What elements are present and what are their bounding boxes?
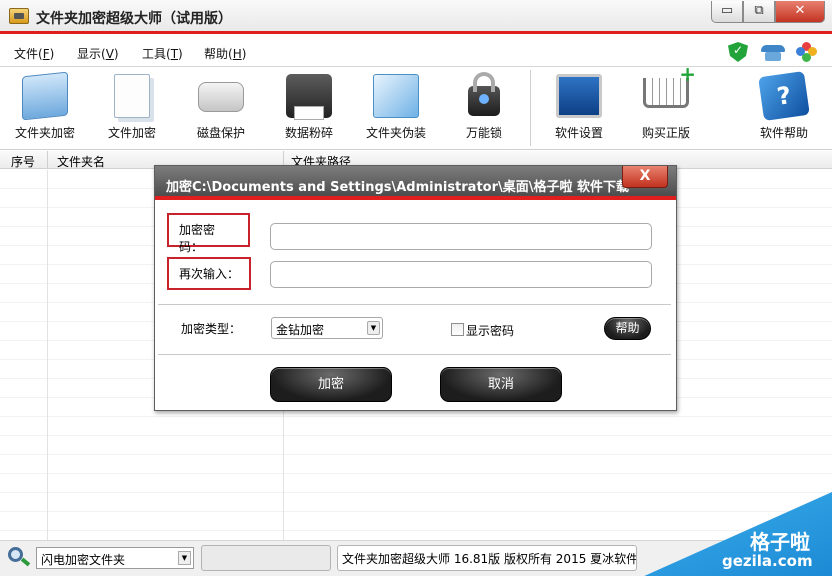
tool-help[interactable]: ? 软件帮助 xyxy=(743,68,825,148)
dialog-divider xyxy=(158,354,671,355)
tool-folder-disguise[interactable]: 文件夹伪装 xyxy=(355,68,437,148)
encrypt-type-value: 金钻加密 xyxy=(276,323,325,337)
shredder-icon xyxy=(286,74,332,120)
tool-label: 数据粉碎 xyxy=(284,126,333,140)
tool-label: 文件夹伪装 xyxy=(365,126,426,140)
encrypt-dialog: 加密C:\Documents and Settings\Administrato… xyxy=(154,165,677,411)
toolbar-separator xyxy=(530,70,531,146)
menu-bar: 文件(F) 显示(V) 工具(T) 帮助(H) xyxy=(0,37,832,67)
padlock-icon xyxy=(468,72,500,116)
tool-data-shred[interactable]: 数据粉碎 xyxy=(268,68,350,148)
document-icon xyxy=(114,74,150,118)
password-field[interactable] xyxy=(270,223,652,250)
copyright-text: 文件夹加密超级大师 16.81版 版权所有 2015 夏冰软件(c) xyxy=(337,545,637,571)
status-panel xyxy=(201,545,331,571)
maximize-button[interactable]: ⧉ xyxy=(743,1,775,23)
encrypt-type-label: 加密类型： xyxy=(181,322,242,336)
tool-file-encrypt[interactable]: 文件加密 xyxy=(91,68,173,148)
tool-label: 万能锁 xyxy=(465,126,502,140)
shield-check-icon[interactable] xyxy=(728,42,748,62)
menu-help-label: 帮助( xyxy=(204,47,233,61)
dialog-title-bar[interactable]: 加密C:\Documents and Settings\Administrato… xyxy=(155,166,676,200)
shopping-cart-icon xyxy=(643,62,696,108)
confirm-password-field[interactable] xyxy=(270,261,652,288)
tool-folder-encrypt[interactable]: 文件夹加密 xyxy=(4,68,86,148)
menu-view[interactable]: 显示(V) xyxy=(77,45,119,62)
chevron-down-icon[interactable]: ▼ xyxy=(178,551,191,565)
disguise-icon xyxy=(373,74,419,118)
tool-label: 软件设置 xyxy=(554,126,603,140)
tool-label: 文件夹加密 xyxy=(14,126,75,140)
help-cube-icon: ? xyxy=(758,71,810,121)
minimize-button[interactable]: ▭ xyxy=(711,1,743,23)
tool-label: 软件帮助 xyxy=(759,126,808,140)
watermark-domain: gezila.com xyxy=(722,552,813,570)
tool-buy[interactable]: 购买正版 xyxy=(625,62,707,148)
menu-help-accelerator: H xyxy=(232,47,242,61)
encrypt-type-select[interactable]: 金钻加密 ▼ xyxy=(271,317,383,339)
menu-file-label: 文件( xyxy=(14,47,43,61)
menu-file[interactable]: 文件(F) xyxy=(14,45,54,62)
show-password-checkbox[interactable] xyxy=(451,323,464,336)
usb-drive-icon xyxy=(198,82,244,112)
tool-label: 磁盘保护 xyxy=(196,126,245,140)
encrypt-mode-value: 闪电加密文件夹 xyxy=(41,553,126,567)
menu-file-accelerator: F xyxy=(42,47,50,61)
tool-disk-protect[interactable]: 磁盘保护 xyxy=(180,68,262,148)
chevron-down-icon[interactable]: ▼ xyxy=(367,321,380,335)
encrypt-mode-select[interactable]: 闪电加密文件夹 ▼ xyxy=(36,547,194,569)
app-logo-icon xyxy=(9,8,29,24)
menu-tools-accelerator: T xyxy=(170,47,179,61)
menu-tools-label: 工具( xyxy=(142,47,171,61)
tool-label: 购买正版 xyxy=(641,126,690,140)
password-label-text: 加密密码： xyxy=(179,223,216,254)
column-index[interactable]: 序号 xyxy=(11,153,35,170)
menu-file-tail: ) xyxy=(49,47,55,61)
confirm-label-text: 再次输入： xyxy=(179,267,240,281)
dialog-divider xyxy=(158,304,671,305)
dialog-title: 加密C:\Documents and Settings\Administrato… xyxy=(166,180,630,195)
column-folder-name[interactable]: 文件夹名 xyxy=(57,153,105,170)
colorful-flower-icon[interactable] xyxy=(796,42,817,62)
watermark-cn: 格子啦 xyxy=(750,530,810,554)
search-user-icon[interactable] xyxy=(8,547,32,569)
menu-view-label: 显示( xyxy=(77,47,106,61)
menu-help-tail: ) xyxy=(241,47,247,61)
column-divider[interactable] xyxy=(47,151,48,169)
menu-tools-tail: ) xyxy=(178,47,183,61)
help-button[interactable]: 帮助 xyxy=(604,317,651,340)
menu-tools[interactable]: 工具(T) xyxy=(142,45,183,62)
menu-view-tail: ) xyxy=(113,47,119,61)
cancel-button[interactable]: 取消 xyxy=(440,367,562,402)
tool-settings[interactable]: 软件设置 xyxy=(538,68,620,148)
menu-view-accelerator: V xyxy=(105,47,114,61)
grid-line xyxy=(47,170,48,540)
tool-label: 文件加密 xyxy=(107,126,156,140)
password-label: 加密密码： xyxy=(167,213,250,254)
main-toolbar: 文件夹加密 文件加密 磁盘保护 数据粉碎 文件夹伪装 万能锁 软件设置 购买正版… xyxy=(0,62,832,150)
dialog-close-button[interactable]: X xyxy=(622,166,668,188)
folder-icon xyxy=(22,71,68,121)
show-password-label[interactable]: 显示密码 xyxy=(466,322,514,339)
confirm-label: 再次输入： xyxy=(167,257,251,290)
menu-help[interactable]: 帮助(H) xyxy=(204,45,246,62)
encrypt-button[interactable]: 加密 xyxy=(270,367,392,402)
telephone-icon[interactable] xyxy=(760,42,786,62)
settings-panel-icon xyxy=(556,74,602,118)
title-bar: 文件夹加密超级大师（试用版） ▭ ⧉ ✕ xyxy=(0,0,832,34)
window-title: 文件夹加密超级大师（试用版） xyxy=(36,11,232,27)
close-button[interactable]: ✕ xyxy=(775,1,825,23)
tool-universal-lock[interactable]: 万能锁 xyxy=(443,68,525,148)
